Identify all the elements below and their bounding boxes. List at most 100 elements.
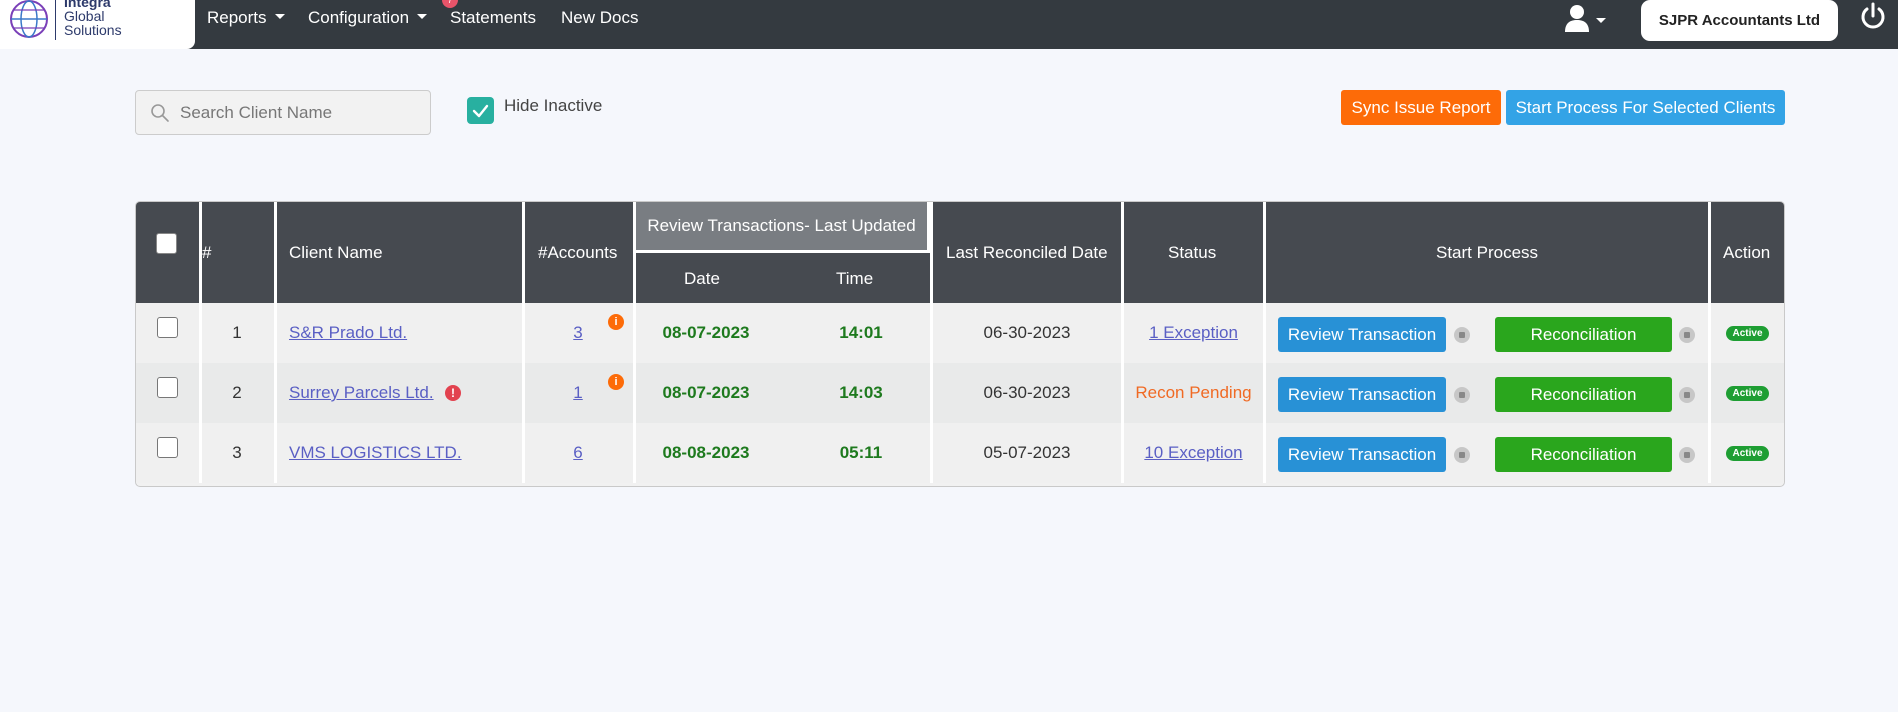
column-divider [1121, 423, 1124, 483]
header-accounts: #Accounts [538, 243, 618, 262]
info-icon[interactable]: i [608, 314, 624, 330]
review-transaction-button[interactable]: Review Transaction [1278, 317, 1446, 352]
stop-icon[interactable] [1679, 447, 1695, 463]
accounts-count-link[interactable]: 6 [523, 423, 633, 483]
status-text: Recon Pending [1135, 383, 1252, 402]
column-divider [1708, 423, 1711, 483]
status-badge: Active [1726, 326, 1769, 341]
user-icon [1565, 5, 1589, 32]
table-row: 1 S&R Prado Ltd. 3 i 08-07-2023 14:01 06… [136, 303, 1784, 363]
nav-statements-label: Statements [450, 8, 536, 27]
nav-statements[interactable]: Statements [450, 8, 536, 28]
notification-badge: 7 [442, 0, 458, 8]
nav-reports[interactable]: Reports [207, 8, 285, 28]
start-process-selected-button[interactable]: Start Process For Selected Clients [1506, 90, 1785, 125]
last-reconciled-date: 06-30-2023 [983, 383, 1071, 402]
column-divider [1263, 303, 1266, 363]
globe-logo-icon [10, 0, 48, 38]
column-divider [274, 363, 277, 423]
header-client-name[interactable]: Client Name [289, 243, 383, 263]
header-status: Status [1168, 243, 1217, 262]
review-transaction-button[interactable]: Review Transaction [1278, 437, 1446, 472]
info-icon[interactable]: i [608, 374, 624, 390]
row-checkbox[interactable] [157, 377, 178, 398]
review-date: 08-07-2023 [662, 323, 750, 342]
accounts-count-link[interactable]: 3 [523, 303, 633, 363]
column-divider [930, 363, 933, 423]
review-transaction-button[interactable]: Review Transaction [1278, 377, 1446, 412]
client-name-link[interactable]: Surrey Parcels Ltd. [289, 363, 434, 423]
row-number: 1 [232, 323, 242, 342]
search-icon [151, 104, 169, 122]
column-divider [1263, 363, 1266, 423]
row-checkbox[interactable] [157, 437, 178, 458]
stop-icon[interactable] [1454, 447, 1470, 463]
chevron-down-icon [274, 14, 285, 20]
header-action: Action [1723, 243, 1771, 262]
stop-icon[interactable] [1679, 327, 1695, 343]
clients-table: # Client Name #Accounts Review Transacti… [135, 201, 1785, 487]
column-divider [633, 423, 636, 483]
brand-line-2: Global [64, 8, 105, 24]
stop-icon[interactable] [1679, 387, 1695, 403]
column-divider [199, 202, 202, 303]
select-all-checkbox[interactable] [156, 233, 177, 254]
status-badge: Active [1726, 446, 1769, 461]
column-divider [1708, 363, 1711, 423]
status-badge: Active [1726, 386, 1769, 401]
company-selector-button[interactable]: SJPR Accountants Ltd [1641, 0, 1838, 41]
hide-inactive-checkbox[interactable] [467, 97, 494, 124]
power-icon[interactable] [1859, 2, 1887, 32]
column-divider [199, 423, 202, 483]
table-row: 2 Surrey Parcels Ltd. ! 1 i 08-07-2023 1… [136, 363, 1784, 423]
header-review-group: Review Transactions- Last Updated [636, 202, 930, 253]
column-divider [633, 363, 636, 423]
header-time: Time [836, 269, 874, 288]
status-exception-link[interactable]: 1 Exception [1124, 303, 1263, 363]
nav-configuration-label: Configuration [308, 8, 410, 27]
last-reconciled-date: 06-30-2023 [983, 323, 1071, 342]
client-name-link[interactable]: VMS LOGISTICS LTD. [289, 423, 462, 483]
column-divider [522, 363, 525, 423]
review-time: 14:03 [839, 383, 883, 402]
column-divider [199, 303, 202, 363]
column-divider [274, 423, 277, 483]
column-divider [930, 303, 933, 363]
nav-new-docs[interactable]: New Docs [561, 8, 638, 28]
stop-icon[interactable] [1454, 327, 1470, 343]
review-date: 08-07-2023 [662, 383, 750, 402]
column-divider [522, 303, 525, 363]
brand-name: Integra Global Solutions [64, 0, 122, 37]
reconciliation-button[interactable]: Reconciliation [1495, 437, 1672, 472]
stop-icon[interactable] [1454, 387, 1470, 403]
reconciliation-button[interactable]: Reconciliation [1495, 317, 1672, 352]
column-divider [1263, 423, 1266, 483]
chevron-down-icon [1596, 18, 1606, 23]
row-number: 3 [232, 443, 242, 462]
column-divider [522, 423, 525, 483]
brand-logo[interactable]: Integra Global Solutions [0, 0, 195, 49]
search-input[interactable] [180, 91, 420, 134]
table-row: 3 VMS LOGISTICS LTD. 6 08-08-2023 05:11 … [136, 423, 1784, 483]
table-header: # Client Name #Accounts Review Transacti… [136, 202, 1784, 303]
review-time: 14:01 [839, 323, 883, 342]
column-divider [199, 363, 202, 423]
user-menu[interactable] [1562, 2, 1620, 36]
brand-line-3: Solutions [64, 22, 122, 38]
row-number: 2 [232, 383, 242, 402]
hide-inactive-label: Hide Inactive [504, 96, 603, 115]
status-exception-link[interactable]: 10 Exception [1124, 423, 1263, 483]
client-name-link[interactable]: S&R Prado Ltd. [289, 303, 407, 363]
column-divider [1708, 303, 1711, 363]
reconciliation-button[interactable]: Reconciliation [1495, 377, 1672, 412]
accounts-count-link[interactable]: 1 [523, 363, 633, 423]
header-last-reconciled: Last Reconciled Date [946, 243, 1108, 262]
logo-divider [55, 0, 56, 40]
column-divider [1708, 202, 1711, 303]
search-box [135, 90, 431, 135]
row-checkbox[interactable] [157, 317, 178, 338]
nav-configuration[interactable]: Configuration [308, 8, 428, 28]
warning-icon[interactable]: ! [445, 385, 461, 401]
sync-issue-report-button[interactable]: Sync Issue Report [1341, 90, 1501, 125]
column-divider [1263, 202, 1266, 303]
